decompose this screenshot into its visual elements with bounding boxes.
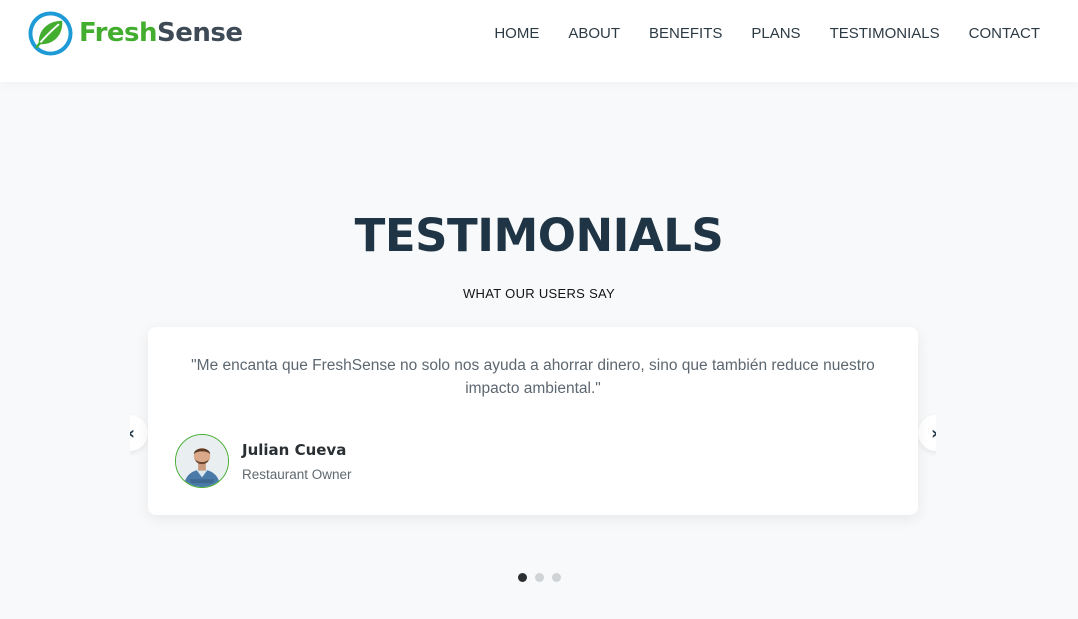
brand-name-part1: Fresh	[79, 18, 158, 48]
nav-link-about[interactable]: ABOUT	[568, 25, 620, 43]
nav-link-plans[interactable]: PLANS	[751, 25, 800, 43]
carousel-clip-right	[936, 405, 1078, 461]
testimonial-quote: "Me encanta que FreshSense no solo nos a…	[191, 357, 875, 397]
site-header: FreshSense HOME ABOUT BENEFITS PLANS TES…	[0, 0, 1078, 82]
testimonial-card: "Me encanta que FreshSense no solo nos a…	[148, 327, 918, 515]
section-title: TESTIMONIALS	[354, 209, 724, 262]
brand-name: FreshSense	[79, 20, 243, 46]
carousel-dot[interactable]	[551, 573, 561, 582]
author-role: Restaurant Owner	[242, 467, 352, 482]
carousel-dot[interactable]	[534, 573, 544, 582]
carousel-pagination	[0, 573, 1078, 582]
carousel-clip-left	[0, 405, 130, 461]
nav-link-home[interactable]: HOME	[494, 25, 539, 43]
main-nav: HOME ABOUT BENEFITS PLANS TESTIMONIALS C…	[465, 25, 1040, 43]
author-name: Julian Cueva	[242, 441, 347, 459]
section-subtitle: WHAT OUR USERS SAY	[462, 286, 616, 301]
leaf-logo-icon	[28, 10, 73, 56]
brand-logo[interactable]: FreshSense	[28, 10, 243, 56]
author-avatar	[175, 434, 229, 488]
nav-link-testimonials[interactable]: TESTIMONIALS	[830, 25, 940, 43]
carousel-dot[interactable]	[517, 573, 527, 582]
person-avatar-icon	[176, 435, 228, 487]
nav-link-benefits[interactable]: BENEFITS	[649, 25, 722, 43]
nav-link-contact[interactable]: CONTACT	[969, 25, 1040, 43]
brand-name-part2: Sense	[157, 18, 243, 48]
